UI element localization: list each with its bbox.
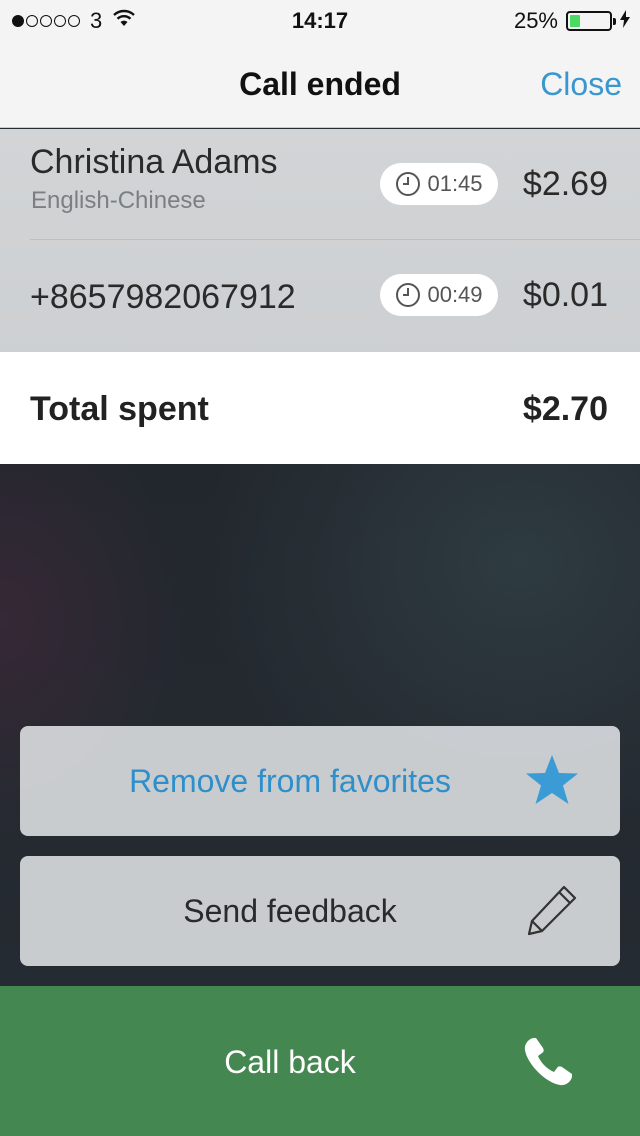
call-list: Christina Adams English-Chinese 01:45 $2… [0,129,640,352]
call-row: Christina Adams English-Chinese 01:45 $2… [0,129,640,240]
pencil-icon [524,882,580,943]
send-feedback-button[interactable]: Send feedback [20,856,620,966]
remove-from-favorites-label: Remove from favorites [129,763,451,799]
battery-area: 25% [514,8,630,34]
send-feedback-label: Send feedback [183,893,397,929]
call-cost: $0.01 [522,276,608,314]
caller-number: +8657982067912 [30,278,296,316]
duration-badge: 00:49 [380,274,498,316]
header: 3 14:17 25% Call ended Close [0,0,640,128]
duration-text: 00:49 [427,282,483,307]
call-row: +8657982067912 00:49 $0.01 [0,240,640,350]
battery-fill [570,15,580,27]
total-label: Total spent [30,390,209,428]
battery-percent: 25% [513,8,558,33]
status-bar: 3 14:17 25% [0,0,640,40]
close-button[interactable]: Close [540,66,622,103]
duration-text: 01:45 [427,171,483,196]
duration-badge: 01:45 [380,163,498,205]
star-icon [524,752,580,813]
remove-from-favorites-button[interactable]: Remove from favorites [20,726,620,836]
language-pair: English-Chinese [31,187,206,214]
phone-icon [520,1034,576,1095]
clock-icon [396,283,421,307]
call-back-label: Call back [224,1044,356,1080]
charging-bolt-icon [620,8,630,34]
call-back-button[interactable]: Call back [0,986,640,1136]
caller-name: Christina Adams [30,143,278,181]
clock-icon [396,172,421,196]
total-amount: $2.70 [522,390,608,428]
call-cost: $2.69 [522,165,608,203]
battery-icon [566,11,616,31]
total-row: Total spent $2.70 [0,352,640,464]
